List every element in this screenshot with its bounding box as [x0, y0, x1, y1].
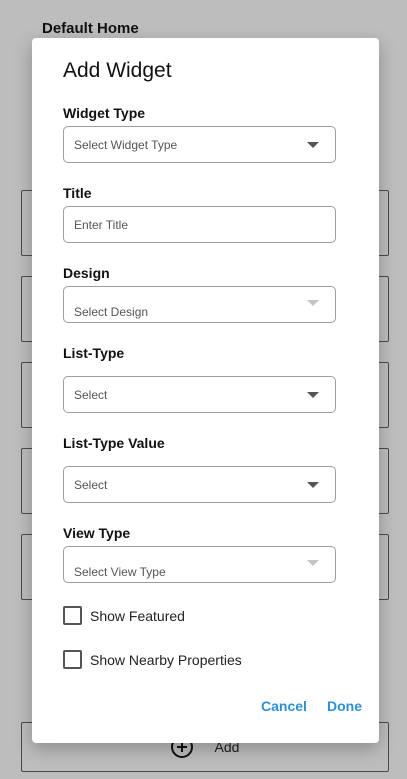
- title-input[interactable]: Enter Title: [63, 206, 336, 243]
- widget-type-select[interactable]: Select Widget Type: [63, 126, 336, 163]
- show-nearby-properties-checkbox[interactable]: Show Nearby Properties: [63, 650, 242, 669]
- title-placeholder: Enter Title: [74, 218, 129, 232]
- list-type-select[interactable]: Select: [63, 376, 336, 413]
- add-widget-dialog: Add Widget Widget Type Select Widget Typ…: [32, 38, 379, 743]
- checkbox-icon[interactable]: [63, 606, 82, 625]
- checkbox-icon[interactable]: [63, 650, 82, 669]
- dropdown-arrow-icon: [307, 482, 319, 488]
- title-label: Title: [63, 185, 92, 201]
- done-button[interactable]: Done: [327, 698, 362, 714]
- design-label: Design: [63, 265, 110, 281]
- view-type-placeholder: Select View Type: [74, 565, 166, 579]
- dropdown-arrow-icon: [307, 300, 319, 306]
- dropdown-arrow-icon: [307, 392, 319, 398]
- view-type-select[interactable]: Select View Type: [63, 546, 336, 583]
- page-title: Default Home: [42, 20, 139, 37]
- view-type-label: View Type: [63, 525, 131, 541]
- widget-type-label: Widget Type: [63, 105, 146, 121]
- show-nearby-properties-label: Show Nearby Properties: [90, 651, 242, 668]
- show-featured-label: Show Featured: [90, 607, 185, 624]
- cancel-button[interactable]: Cancel: [261, 698, 307, 714]
- list-type-value-placeholder: Select: [74, 478, 108, 492]
- list-type-value-label: List-Type Value: [63, 435, 165, 451]
- dropdown-arrow-icon: [307, 560, 319, 566]
- list-type-label: List-Type: [63, 345, 125, 361]
- widget-type-placeholder: Select Widget Type: [74, 138, 178, 152]
- list-type-placeholder: Select: [74, 388, 108, 402]
- dropdown-arrow-icon: [307, 142, 319, 148]
- design-select[interactable]: Select Design: [63, 286, 336, 323]
- dialog-title: Add Widget: [63, 59, 172, 82]
- design-placeholder: Select Design: [74, 305, 149, 319]
- show-featured-checkbox[interactable]: Show Featured: [63, 606, 185, 625]
- list-type-value-select[interactable]: Select: [63, 466, 336, 503]
